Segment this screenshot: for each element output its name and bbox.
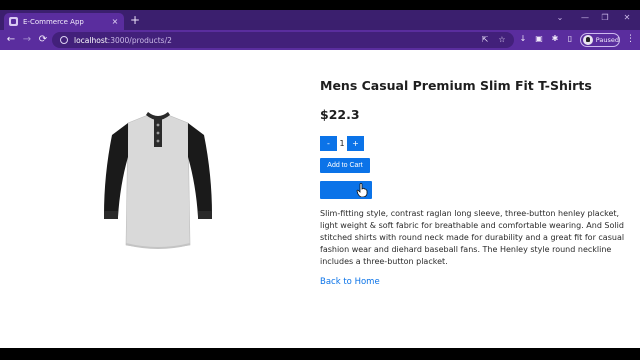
forward-icon[interactable]: → xyxy=(20,33,34,47)
product-description: Slim-fitting style, contrast raglan long… xyxy=(320,209,625,266)
tab-ecommerce[interactable]: E-Commerce App × xyxy=(4,13,124,30)
browser-toolbar: ← → ⟳ localhost:3000/products/2 ⇱ ☆ ↓ ▣ … xyxy=(0,30,640,50)
close-tab-icon[interactable]: × xyxy=(111,17,119,26)
address-bar[interactable]: localhost:3000/products/2 ⇱ ☆ xyxy=(52,32,514,48)
url-host: localhost xyxy=(74,35,108,45)
product-price: $22.3 xyxy=(320,107,360,122)
quantity-value: 1 xyxy=(339,139,345,148)
unlabeled-button[interactable] xyxy=(320,181,372,199)
app-icon xyxy=(9,17,18,26)
maximize-button[interactable]: ❐ xyxy=(598,13,612,22)
profile-button[interactable]: Paused xyxy=(580,33,620,47)
share-icon[interactable]: ⇱ xyxy=(480,35,490,44)
profile-status: Paused xyxy=(595,36,619,44)
url-path: :3000/products/2 xyxy=(107,35,172,45)
tab-search-icon[interactable]: ⌄ xyxy=(553,13,567,22)
side-panel-icon[interactable]: ▯ xyxy=(565,34,575,44)
avatar xyxy=(583,35,593,45)
new-tab-button[interactable]: + xyxy=(129,13,141,27)
add-to-cart-button[interactable]: Add to Cart xyxy=(320,158,370,173)
bookmark-icon[interactable]: ☆ xyxy=(497,35,507,44)
product-page: Mens Casual Premium Slim Fit T-Shirts $2… xyxy=(0,50,640,348)
minimize-button[interactable]: — xyxy=(578,13,592,22)
back-to-home-link[interactable]: Back to Home xyxy=(320,277,380,287)
reload-icon[interactable]: ⟳ xyxy=(36,33,50,47)
product-image xyxy=(104,112,212,249)
quantity-stepper: - 1 + xyxy=(320,136,625,151)
tab-strip: E-Commerce App × + ⌄ — ❐ ✕ xyxy=(0,10,640,30)
back-icon[interactable]: ← xyxy=(4,33,18,47)
close-window-button[interactable]: ✕ xyxy=(620,13,634,22)
puzzle-icon[interactable]: ✱ xyxy=(550,34,560,44)
menu-icon[interactable]: ⋮ xyxy=(626,34,635,44)
browser-window: E-Commerce App × + ⌄ — ❐ ✕ ← → ⟳ localho… xyxy=(0,10,640,348)
tab-title: E-Commerce App xyxy=(23,17,84,26)
product-info: Mens Casual Premium Slim Fit T-Shirts $2… xyxy=(320,78,625,288)
download-icon[interactable]: ↓ xyxy=(518,34,528,44)
site-info-icon[interactable] xyxy=(60,36,68,44)
hand-cursor-icon xyxy=(356,183,368,197)
product-title: Mens Casual Premium Slim Fit T-Shirts xyxy=(320,78,592,93)
increment-button[interactable]: + xyxy=(347,136,364,151)
extension-icon[interactable]: ▣ xyxy=(534,34,544,44)
decrement-button[interactable]: - xyxy=(320,136,337,151)
